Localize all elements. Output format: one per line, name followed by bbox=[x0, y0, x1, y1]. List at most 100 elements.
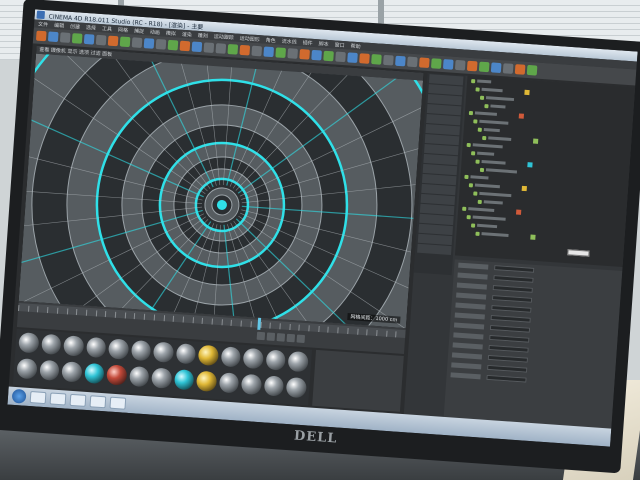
material-swatch[interactable] bbox=[63, 335, 84, 357]
menu-item[interactable]: 捕捉 bbox=[134, 27, 144, 35]
3d-viewport[interactable]: 查看 摄像机 显示 选项 过滤 面板 网格间距：1000 cm bbox=[18, 45, 424, 329]
material-swatch[interactable] bbox=[241, 373, 262, 396]
toolbar-tool-icon[interactable] bbox=[251, 45, 263, 57]
toolbar-tool-icon[interactable] bbox=[83, 33, 95, 45]
material-swatch[interactable] bbox=[38, 359, 60, 381]
toolbar-tool-icon[interactable] bbox=[466, 60, 478, 72]
object-manager[interactable] bbox=[454, 75, 636, 268]
menu-item[interactable]: 创建 bbox=[70, 22, 80, 30]
menu-item[interactable]: 角色 bbox=[266, 36, 276, 44]
material-swatch[interactable] bbox=[106, 364, 128, 386]
toolbar-tool-icon[interactable] bbox=[299, 49, 310, 60]
menu-item[interactable]: 雕刻 bbox=[198, 31, 208, 39]
taskbar-app[interactable] bbox=[69, 393, 87, 407]
start-button[interactable] bbox=[11, 388, 27, 404]
playhead[interactable] bbox=[257, 317, 262, 330]
taskbar-app[interactable] bbox=[89, 395, 107, 409]
attribute-field[interactable] bbox=[489, 334, 530, 343]
toolbar-tool-icon[interactable] bbox=[107, 35, 119, 47]
go-end-button[interactable] bbox=[296, 334, 306, 344]
taskbar-app[interactable] bbox=[49, 392, 67, 406]
toolbar-tool-icon[interactable] bbox=[215, 43, 227, 54]
prev-frame-button[interactable] bbox=[266, 332, 276, 341]
toolbar-tool-icon[interactable] bbox=[478, 61, 490, 73]
object-tag-icon[interactable] bbox=[521, 185, 527, 192]
toolbar-tool-icon[interactable] bbox=[347, 52, 358, 64]
toolbar-tool-icon[interactable] bbox=[407, 56, 418, 68]
attribute-field[interactable] bbox=[490, 314, 531, 323]
toolbar-tool-icon[interactable] bbox=[119, 36, 131, 48]
menu-item[interactable]: 文件 bbox=[38, 20, 48, 28]
material-swatch[interactable] bbox=[85, 336, 107, 359]
material-swatch[interactable] bbox=[265, 349, 287, 371]
object-tag-icon[interactable] bbox=[527, 162, 533, 168]
material-swatch[interactable] bbox=[151, 367, 173, 389]
material-swatch[interactable] bbox=[130, 339, 152, 362]
attribute-field[interactable] bbox=[493, 275, 534, 283]
menu-item[interactable]: 模拟 bbox=[166, 29, 176, 37]
attribute-field[interactable] bbox=[492, 285, 533, 293]
material-swatch[interactable] bbox=[40, 333, 62, 356]
toolbar-tool-icon[interactable] bbox=[371, 54, 382, 65]
next-frame-button[interactable] bbox=[286, 333, 296, 343]
toolbar-tool-icon[interactable] bbox=[227, 43, 239, 55]
toolbar-tool-icon[interactable] bbox=[514, 64, 526, 75]
toolbar-tool-icon[interactable] bbox=[383, 54, 394, 66]
toolbar-tool-icon[interactable] bbox=[239, 44, 251, 56]
toolbar-tool-icon[interactable] bbox=[323, 50, 334, 62]
menu-item[interactable]: 编辑 bbox=[54, 21, 64, 29]
menu-item[interactable]: 选择 bbox=[86, 24, 96, 32]
toolbar-tool-icon[interactable] bbox=[191, 41, 203, 53]
toolbar-tool-icon[interactable] bbox=[502, 63, 514, 74]
material-swatch[interactable] bbox=[128, 365, 150, 388]
taskbar-app[interactable] bbox=[29, 391, 47, 405]
menu-item[interactable]: 工具 bbox=[102, 25, 112, 33]
object-tag-icon[interactable] bbox=[530, 234, 536, 240]
toolbar-tool-icon[interactable] bbox=[35, 30, 47, 42]
toolbar-tool-icon[interactable] bbox=[275, 47, 287, 59]
toolbar-tool-icon[interactable] bbox=[179, 40, 191, 52]
go-start-button[interactable] bbox=[256, 331, 266, 341]
attribute-field[interactable] bbox=[491, 295, 533, 303]
play-button[interactable] bbox=[276, 333, 286, 342]
toolbar-tool-icon[interactable] bbox=[95, 34, 107, 46]
toolbar-tool-icon[interactable] bbox=[167, 39, 179, 51]
toolbar-tool-icon[interactable] bbox=[335, 51, 346, 63]
toolbar-tool-icon[interactable] bbox=[47, 31, 59, 43]
object-tag-icon[interactable] bbox=[515, 209, 522, 215]
attribute-field[interactable] bbox=[488, 344, 529, 353]
material-swatch[interactable] bbox=[173, 369, 195, 391]
attribute-field[interactable] bbox=[487, 364, 528, 373]
toolbar-tool-icon[interactable] bbox=[287, 48, 298, 59]
toolbar-tool-icon[interactable] bbox=[59, 32, 71, 43]
toolbar-tool-icon[interactable] bbox=[311, 49, 322, 61]
attribute-field[interactable] bbox=[487, 354, 529, 363]
menu-item[interactable]: 窗口 bbox=[334, 41, 344, 49]
object-tag-icon[interactable] bbox=[518, 113, 525, 119]
material-swatch[interactable] bbox=[263, 375, 285, 397]
panel-tab[interactable] bbox=[417, 243, 452, 256]
material-swatch[interactable] bbox=[61, 361, 83, 383]
menu-item[interactable]: 脚本 bbox=[318, 40, 328, 48]
material-swatch[interactable] bbox=[220, 346, 242, 368]
material-swatch[interactable] bbox=[18, 332, 40, 354]
attribute-field[interactable] bbox=[489, 324, 531, 333]
material-swatch[interactable] bbox=[153, 341, 174, 363]
toolbar-tool-icon[interactable] bbox=[454, 59, 466, 71]
toolbar-tool-icon[interactable] bbox=[203, 42, 215, 53]
material-swatch[interactable] bbox=[197, 344, 219, 367]
object-tag-icon[interactable] bbox=[532, 138, 539, 144]
material-swatch[interactable] bbox=[242, 347, 264, 370]
material-swatch[interactable] bbox=[287, 350, 309, 373]
material-swatch[interactable] bbox=[218, 372, 240, 394]
material-swatch[interactable] bbox=[16, 358, 38, 380]
material-swatch[interactable] bbox=[286, 376, 307, 399]
toolbar-tool-icon[interactable] bbox=[71, 33, 83, 44]
toolbar-tool-icon[interactable] bbox=[442, 59, 454, 70]
material-swatch[interactable] bbox=[196, 370, 218, 392]
attribute-field[interactable] bbox=[486, 374, 527, 383]
toolbar-tool-icon[interactable] bbox=[359, 53, 370, 64]
toolbar-tool-icon[interactable] bbox=[155, 38, 167, 50]
material-swatch[interactable] bbox=[175, 343, 197, 365]
toolbar-tool-icon[interactable] bbox=[419, 57, 430, 69]
